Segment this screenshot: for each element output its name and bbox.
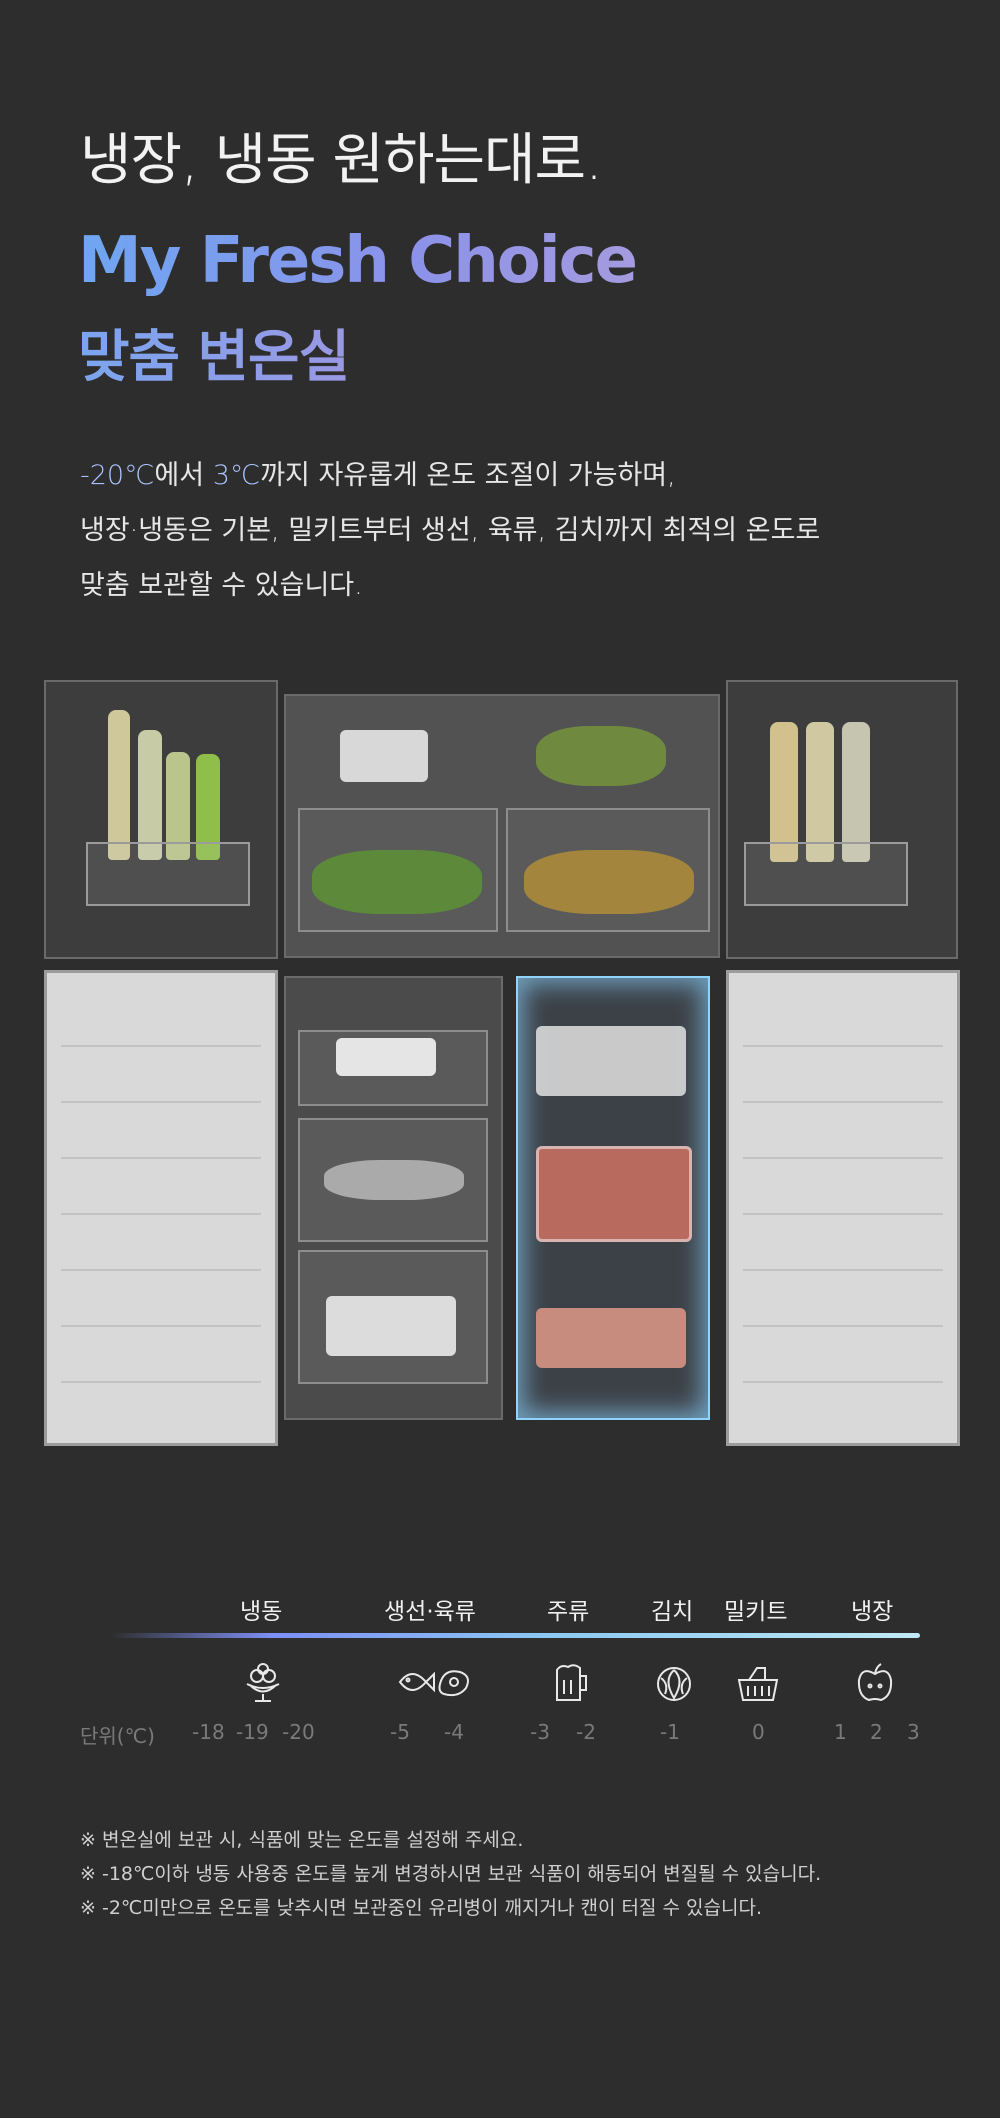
category-label-meal-kit: 밀키트 bbox=[724, 1599, 788, 1625]
description-text: 까지 자유롭게 온도 조절이 가능하며, bbox=[260, 460, 676, 491]
description-line-3: 맞춤 보관할 수 있습니다. bbox=[80, 570, 363, 601]
fruits bbox=[524, 850, 694, 914]
bottles-row bbox=[536, 1026, 686, 1096]
tick-label: -20 bbox=[282, 1720, 315, 1744]
door-shelf bbox=[744, 842, 908, 906]
description: -20℃에서 3℃까지 자유롭게 온도 조절이 가능하며, 냉장·냉동은 기본,… bbox=[80, 448, 940, 613]
brand-subtitle: 맞춤 변온실 bbox=[78, 312, 350, 393]
tick-label: -3 bbox=[530, 1720, 550, 1744]
description-line-1: -20℃에서 3℃까지 자유롭게 온도 조절이 가능하며, bbox=[80, 448, 940, 503]
fridge-upper-right-door bbox=[726, 680, 958, 959]
ice-cream-icon bbox=[246, 1663, 280, 1702]
freezer-compartment bbox=[284, 976, 503, 1420]
bottle bbox=[138, 730, 162, 860]
temp-max-highlight: 3℃ bbox=[212, 460, 261, 491]
temperature-gradient-bar bbox=[110, 1633, 920, 1638]
description-text: 에서 bbox=[154, 460, 213, 491]
my-fresh-choice-zone bbox=[516, 976, 710, 1420]
vegetables bbox=[312, 850, 482, 914]
meal-kit-packages bbox=[536, 1308, 686, 1368]
bottle bbox=[770, 722, 798, 862]
brand-title: My Fresh Choice bbox=[78, 224, 638, 298]
tick-label: -19 bbox=[236, 1720, 269, 1744]
footnote: ※ -18℃이하 냉동 사용중 온도를 높게 변경하시면 보관 식품이 해동되어… bbox=[80, 1863, 822, 1885]
bottle bbox=[806, 722, 834, 862]
tick-label: 1 bbox=[834, 1720, 847, 1744]
tick-label: -18 bbox=[192, 1720, 225, 1744]
vegetable-drawer-left bbox=[298, 808, 498, 932]
bottle bbox=[842, 722, 870, 862]
vegetable-drawer-right bbox=[506, 808, 710, 932]
temp-min-highlight: -20℃ bbox=[80, 460, 155, 491]
category-label-refrigerated: 냉장 bbox=[851, 1599, 894, 1625]
headline: 냉장, 냉동 원하는대로. bbox=[80, 128, 603, 193]
temperature-scale: 냉동 생선·육류 주류 김치 밀키트 냉장 단위(℃) -18 -19 -20 … bbox=[0, 1580, 1000, 1750]
tick-label: -5 bbox=[390, 1720, 410, 1744]
tick-label: -4 bbox=[444, 1720, 464, 1744]
footnote: ※ -2℃미만으로 온도를 낮추시면 보관중인 유리병이 깨지거나 캔이 터질 … bbox=[80, 1897, 762, 1919]
fridge-upper-compartment bbox=[284, 694, 720, 958]
meal-kit-basket-icon bbox=[737, 1667, 779, 1701]
fridge-illustration bbox=[44, 680, 960, 1460]
fish bbox=[324, 1160, 464, 1200]
category-label-frozen: 냉동 bbox=[240, 1599, 283, 1625]
category-label-liquor: 주류 bbox=[547, 1599, 590, 1625]
category-label-kimchi: 김치 bbox=[651, 1599, 694, 1625]
beer-icon bbox=[556, 1664, 587, 1701]
fridge-lower-right-door bbox=[726, 970, 960, 1446]
fridge-lower-left-door bbox=[44, 970, 278, 1446]
unit-label: 단위(℃) bbox=[80, 1724, 155, 1748]
door-liner bbox=[61, 991, 261, 1425]
tick-label: -2 bbox=[576, 1720, 596, 1744]
tick-label: 0 bbox=[752, 1720, 765, 1744]
category-label-fish-meat: 생선·육류 bbox=[384, 1599, 476, 1625]
door-liner bbox=[743, 991, 943, 1425]
door-shelf bbox=[86, 842, 250, 906]
freezer-drawer-middle bbox=[298, 1118, 488, 1242]
tick-label: 3 bbox=[907, 1720, 920, 1744]
footnote: ※ 변온실에 보관 시, 식품에 맞는 온도를 설정해 주세요. bbox=[80, 1829, 524, 1851]
fish-meat-icon bbox=[398, 1670, 469, 1697]
freezer-drawer-bottom bbox=[298, 1250, 488, 1384]
tick-label: 2 bbox=[870, 1720, 883, 1744]
cabbage-icon bbox=[657, 1667, 691, 1701]
footnotes: ※ 변온실에 보관 시, 식품에 맞는 온도를 설정해 주세요. ※ -18℃이… bbox=[80, 1823, 960, 1925]
fridge-upper-left-door bbox=[44, 680, 278, 959]
storage-container bbox=[326, 1296, 456, 1356]
food-container bbox=[340, 730, 428, 782]
tick-label: -1 bbox=[660, 1720, 680, 1744]
ice-tray bbox=[336, 1038, 436, 1076]
kimchi-container bbox=[536, 1146, 692, 1242]
description-line-2: 냉장·냉동은 기본, 밀키트부터 생선, 육류, 김치까지 최적의 온도로 bbox=[80, 515, 821, 546]
salad-bowl bbox=[536, 726, 666, 786]
bottle bbox=[108, 710, 130, 860]
freezer-drawer-top bbox=[298, 1030, 488, 1106]
apple-icon bbox=[857, 1663, 893, 1702]
